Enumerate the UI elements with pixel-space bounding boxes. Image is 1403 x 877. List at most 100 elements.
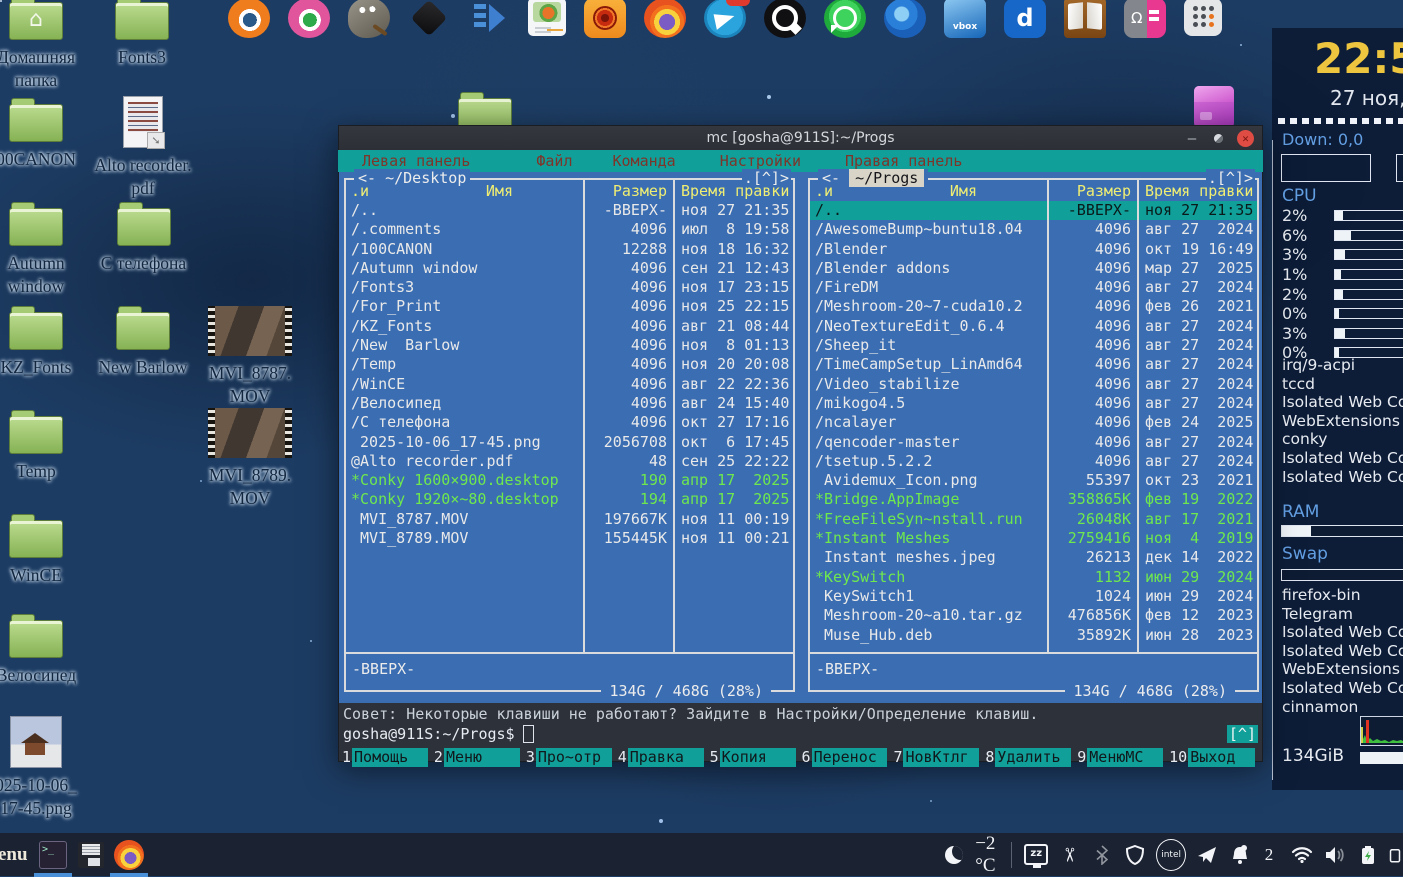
purple-package-icon[interactable] — [1194, 86, 1234, 128]
blender-pink-icon[interactable] — [288, 0, 330, 38]
intel-icon[interactable]: intel — [1156, 839, 1186, 871]
file-row[interactable]: *Bridge.AppImage358865Kфев 19 2022 — [810, 490, 1257, 509]
minimize-button[interactable]: – — [1184, 131, 1200, 147]
left-panel-path[interactable]: <- ~/Desktop — [354, 169, 470, 187]
fkey-9[interactable]: 9МенюМС — [1076, 748, 1163, 767]
d-app-icon[interactable]: d — [1004, 0, 1046, 38]
mc-titlebar[interactable]: mc [gosha@911S]:~/Progs – ✕ — [338, 125, 1263, 150]
telegram-icon[interactable] — [704, 0, 746, 38]
left-panel-corner-buttons[interactable]: .[^]> — [742, 169, 791, 187]
file-row[interactable]: /New Barlow4096ноя 8 01:13 — [346, 336, 793, 355]
file-row[interactable]: /For_Print4096ноя 25 22:15 — [346, 297, 793, 316]
name-column-header[interactable]: Имя — [486, 182, 513, 201]
taskbar-files-button[interactable] — [74, 838, 108, 872]
file-row[interactable]: *Instant Meshes2759416ноя 4 2019 — [810, 529, 1257, 548]
obs-icon[interactable] — [764, 0, 806, 38]
fkey-4[interactable]: 4Правка — [617, 748, 704, 767]
bluetooth-icon[interactable] — [1090, 841, 1114, 869]
file-row[interactable]: /tsetup.5.2.24096авг 27 2024 — [810, 452, 1257, 471]
file-row[interactable]: /Meshroom-20~7-cuda10.24096фев 26 2021 — [810, 297, 1257, 316]
file-row[interactable]: /AwesomeBump~buntu18.044096авг 27 2024 — [810, 220, 1257, 239]
file-row[interactable]: /.comments4096июл 8 19:58 — [346, 220, 793, 239]
desktop-icon-s-telefona[interactable]: С телефона — [86, 208, 201, 275]
file-row[interactable]: MVI_8787.MOV197667Kноя 11 00:19 — [346, 510, 793, 529]
size-column-header[interactable]: Размер — [1047, 182, 1137, 201]
screensaver-inhibit-icon[interactable]: zz — [1024, 844, 1048, 865]
right-panel-corner-buttons[interactable]: .[^]> — [1206, 169, 1255, 187]
fkey-3[interactable]: 3Про~отр — [525, 748, 612, 767]
file-row[interactable]: Instant meshes.jpeg26213дек 14 2022 — [810, 548, 1257, 567]
xnview-icon[interactable] — [584, 0, 626, 38]
desktop-icon-autumn-window[interactable]: Autumn window — [0, 208, 86, 298]
file-row[interactable]: Meshroom-20~a10.tar.gz476856Kфев 12 2023 — [810, 606, 1257, 625]
battery-secondary-icon[interactable] — [1389, 841, 1401, 869]
panel-switch-button[interactable]: [^] — [1227, 725, 1258, 743]
desktop-icon-fonts3[interactable]: Fonts3 — [92, 2, 192, 69]
fkey-6[interactable]: 6Перенос — [801, 748, 888, 767]
taskbar-firefox-button[interactable] — [112, 838, 146, 872]
shield-icon[interactable] — [1123, 841, 1147, 869]
desktop-icon-mvi-8787[interactable]: MVI_8787. MOV — [205, 306, 295, 408]
name-column-header[interactable]: Имя — [950, 182, 977, 201]
file-row[interactable]: /Blender4096окт 19 16:49 — [810, 240, 1257, 259]
fkey-8[interactable]: 8Удалить — [984, 748, 1071, 767]
virtualbox-icon[interactable]: vbox — [944, 0, 986, 38]
desktop-icon-wince[interactable]: WinCE — [0, 520, 86, 587]
book-reader-icon[interactable] — [1064, 0, 1106, 38]
file-row[interactable]: /TimeCampSetup_LinAmd644096авг 27 2024 — [810, 355, 1257, 374]
calculator-icon[interactable] — [1184, 0, 1222, 36]
file-row[interactable]: /Autumn window4096сен 21 12:43 — [346, 259, 793, 278]
desktop-icon-kz-fonts[interactable]: KZ_Fonts — [0, 312, 86, 379]
desktop-icon-mvi-8789[interactable]: MVI_8789. MOV — [205, 408, 295, 510]
firefox-icon[interactable] — [644, 0, 686, 38]
file-row[interactable]: /Велосипед4096авг 24 15:40 — [346, 394, 793, 413]
file-row[interactable]: /Fonts34096ноя 17 23:15 — [346, 278, 793, 297]
file-row[interactable]: /FireDM4096авг 27 2024 — [810, 278, 1257, 297]
file-row[interactable]: /WinCE4096авг 22 22:36 — [346, 375, 793, 394]
desktop-icon-home[interactable]: Домашняя папка — [0, 2, 86, 92]
fkey-10[interactable]: 10Выход — [1168, 748, 1255, 767]
right-panel-path[interactable]: <- ~/Progs — [818, 169, 928, 187]
desktop-icon-temp[interactable]: Temp — [0, 416, 86, 483]
file-row[interactable]: /NeoTextureEdit_0.6.44096авг 27 2024 — [810, 317, 1257, 336]
file-row[interactable]: Avidemux_Icon.png55397окт 23 2021 — [810, 471, 1257, 490]
file-row[interactable]: /..-ВВЕРХ-ноя 27 21:35 — [346, 201, 793, 220]
file-row[interactable]: MVI_8789.MOV155445Kноя 11 00:21 — [346, 529, 793, 548]
desktop-icon-png[interactable]: 025-10-06_ 17-45.png — [0, 716, 86, 820]
desktop-icon-alto-recorder[interactable]: Alto recorder. pdf — [87, 96, 199, 200]
file-row[interactable]: *KeySwitch1132июн 29 2024 — [810, 568, 1257, 587]
desktop-icon-velosiped[interactable]: Велосипед — [0, 620, 86, 687]
file-row[interactable]: /mikogo4.54096авг 27 2024 — [810, 394, 1257, 413]
file-row[interactable]: /Sheep_it4096авг 27 2024 — [810, 336, 1257, 355]
notifications-bell-icon[interactable] — [1228, 841, 1252, 869]
file-row[interactable]: *FreeFileSyn~nstall.run26048Kавг 17 2021 — [810, 510, 1257, 529]
thunderbird-icon[interactable] — [884, 0, 926, 38]
desktop-icon-new-barlow[interactable]: New Barlow — [82, 312, 204, 379]
menu-right-panel[interactable]: Правая панель — [845, 152, 962, 170]
file-row[interactable]: /qencoder-master4096авг 27 2024 — [810, 433, 1257, 452]
file-row[interactable]: @Alto recorder.pdf48сен 25 22:22 — [346, 452, 793, 471]
fkey-7[interactable]: 7НовКтлг — [892, 748, 979, 767]
gimp-icon[interactable] — [348, 0, 390, 38]
battery-icon[interactable] — [1356, 841, 1380, 869]
file-row[interactable]: /ncalayer4096фев 24 2025 — [810, 413, 1257, 432]
fkey-2[interactable]: 2Меню — [433, 748, 520, 767]
desktop-icon-100canon[interactable]: 00CANON — [0, 104, 86, 171]
file-row[interactable]: *Conky 1920×~80.desktop194апр 17 2025 — [346, 490, 793, 509]
fkey-5[interactable]: 5Копия — [709, 748, 796, 767]
file-row[interactable]: KeySwitch11024июн 29 2024 — [810, 587, 1257, 606]
wifi-icon[interactable] — [1290, 841, 1314, 869]
clipboard-scissors-icon[interactable]: ✂ — [1055, 843, 1083, 867]
file-row[interactable]: 2025-10-06_17-45.png2056708окт 6 17:45 — [346, 433, 793, 452]
weather-temperature[interactable]: −2 °C — [975, 841, 999, 869]
menu-button[interactable]: enu — [0, 844, 34, 866]
taskbar-terminal-button[interactable]: >_ — [36, 838, 70, 872]
close-button[interactable]: ✕ — [1237, 130, 1254, 147]
file-row[interactable]: Muse_Hub.deb35892Kиюн 28 2023 — [810, 626, 1257, 645]
menu-command[interactable]: Команда — [613, 152, 676, 170]
file-row[interactable]: /..-ВВЕРХ-ноя 27 21:35 — [810, 201, 1257, 220]
file-row[interactable]: /Video_stabilize4096авг 27 2024 — [810, 375, 1257, 394]
size-column-header[interactable]: Размер — [583, 182, 673, 201]
fkey-1[interactable]: 1Помощь — [341, 748, 428, 767]
maximize-button[interactable] — [1214, 134, 1223, 143]
